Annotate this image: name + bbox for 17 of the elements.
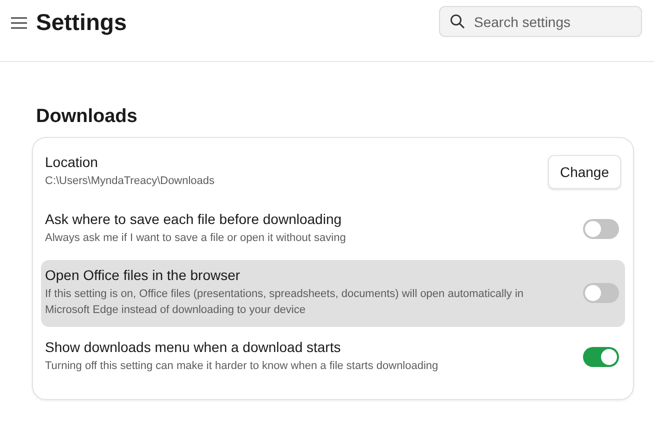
menu-icon[interactable] [11,16,27,28]
setting-title: Show downloads menu when a download starts [45,339,342,356]
setting-description: Always ask me if I want to save a file or open it without saving [45,230,347,246]
setting-title: Open Office files in the browser [45,267,242,283]
page-title: Settings [36,9,128,36]
setting-description: Turning off this setting can make it harder to know when a file starts downloading [45,359,440,374]
setting-description: If this setting is on, Office files (presentations, spreadsheets, documents) will open automatically in Microsoft Edge instead of downloading to your device [45,287,525,318]
search-icon [450,14,465,29]
toggle-switch[interactable] [583,282,619,303]
search-field[interactable]: Search settings [439,6,642,37]
setting-title: Location [45,154,99,170]
setting-description: C:\Users\MyndaTreacy\Downloads [45,174,216,189]
toggle-switch[interactable] [583,347,619,368]
toggle-switch[interactable] [583,218,619,238]
setting-title: Ask where to save each file before downloading [45,210,343,227]
section-title: Downloads [36,106,138,128]
change-button[interactable]: Change [548,154,621,188]
